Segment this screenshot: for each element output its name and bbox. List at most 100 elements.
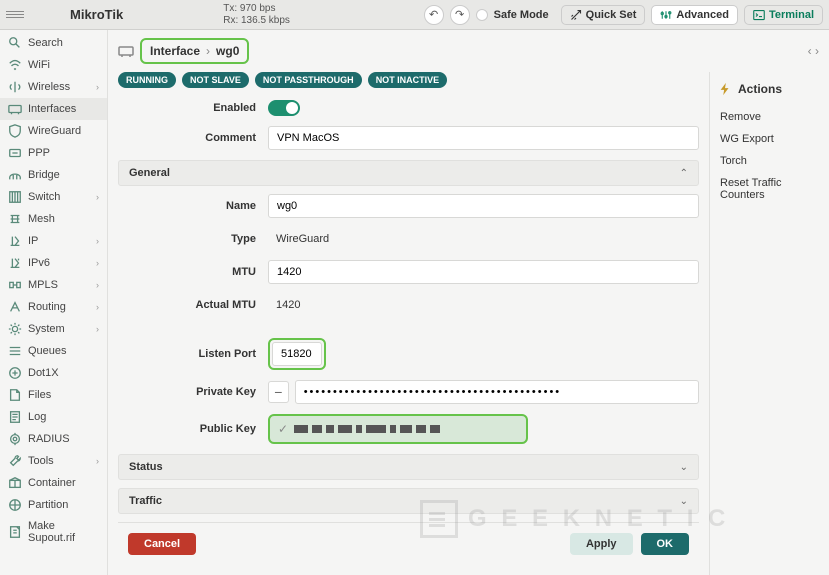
wand-icon [570, 9, 582, 21]
tools-icon [8, 454, 22, 468]
public-key-label: Public Key [118, 423, 268, 435]
advanced-button[interactable]: Advanced [651, 5, 738, 25]
action-torch[interactable]: Torch [718, 150, 821, 172]
sidebar-item-queues[interactable]: Queues [0, 340, 107, 362]
sidebar-item-files[interactable]: Files [0, 384, 107, 406]
sidebar-item-ip[interactable]: IP› [0, 230, 107, 252]
sidebar-item-partition[interactable]: Partition [0, 494, 107, 516]
terminal-button[interactable]: Terminal [744, 5, 823, 25]
action-reset-traffic-counters[interactable]: Reset Traffic Counters [718, 172, 821, 206]
chevron-right-icon: › [96, 82, 99, 92]
ipv6-icon [8, 256, 22, 270]
chevron-right-icon: › [96, 258, 99, 268]
sidebar-item-radius[interactable]: RADIUS [0, 428, 107, 450]
enabled-label: Enabled [118, 102, 268, 114]
sidebar-item-mpls[interactable]: MPLS› [0, 274, 107, 296]
bolt-icon [718, 82, 732, 96]
terminal-icon [753, 9, 765, 21]
status-badge: NOT INACTIVE [368, 72, 448, 88]
switch-icon [8, 190, 22, 204]
bridge-icon [8, 168, 22, 182]
type-value: WireGuard [268, 228, 699, 250]
breadcrumb: Interface › wg0 [140, 38, 249, 64]
sidebar-item-make-supout-rif[interactable]: Make Supout.rif [0, 516, 107, 548]
mtu-label: MTU [118, 266, 268, 278]
ppp-icon [8, 146, 22, 160]
interface-icon [118, 43, 134, 59]
sidebar-item-container[interactable]: Container [0, 472, 107, 494]
expand-icon[interactable]: ‹ › [808, 44, 819, 58]
sidebar-item-interfaces[interactable]: Interfaces [0, 98, 107, 120]
enabled-toggle[interactable] [268, 100, 300, 116]
status-badge: NOT SLAVE [182, 72, 249, 88]
comment-label: Comment [118, 132, 268, 144]
chevron-up-icon: ⌃ [680, 168, 688, 179]
sidebar-item-search[interactable]: Search [0, 32, 107, 54]
wifi-icon [8, 58, 22, 72]
actions-panel: Actions RemoveWG ExportTorchReset Traffi… [709, 72, 829, 575]
interfaces-icon [8, 102, 22, 116]
action-remove[interactable]: Remove [718, 106, 821, 128]
sidebar-item-routing[interactable]: Routing› [0, 296, 107, 318]
sliders-icon [660, 9, 672, 21]
bandwidth-stats: Tx: 970 bps Rx: 136.5 kbps [223, 3, 290, 27]
search-icon [8, 36, 22, 50]
sidebar-item-system[interactable]: System› [0, 318, 107, 340]
chevron-right-icon: › [96, 302, 99, 312]
sidebar-item-wireguard[interactable]: WireGuard [0, 120, 107, 142]
sidebar-item-log[interactable]: Log [0, 406, 107, 428]
mtu-input[interactable] [268, 260, 699, 284]
breadcrumb-parent[interactable]: Interface [150, 44, 200, 58]
container-icon [8, 476, 22, 490]
section-status[interactable]: Status ⌄ [118, 454, 699, 480]
name-input[interactable] [268, 194, 699, 218]
status-badge: NOT PASSTHROUGH [255, 72, 362, 88]
chevron-right-icon: › [96, 192, 99, 202]
sidebar-item-bridge[interactable]: Bridge [0, 164, 107, 186]
safemode-indicator[interactable] [476, 9, 488, 21]
chevron-right-icon: › [96, 236, 99, 246]
actual-mtu-value: 1420 [268, 294, 699, 316]
chevron-right-icon: › [206, 44, 210, 58]
system-icon [8, 322, 22, 336]
private-key-label: Private Key [118, 386, 268, 398]
sidebar-item-mesh[interactable]: Mesh [0, 208, 107, 230]
cancel-button[interactable]: Cancel [128, 533, 196, 555]
redo-button[interactable]: ↷ [450, 5, 470, 25]
safemode-label[interactable]: Safe Mode [494, 9, 549, 21]
sidebar-item-wifi[interactable]: WiFi [0, 54, 107, 76]
queues-icon [8, 344, 22, 358]
mpls-icon [8, 278, 22, 292]
quickset-button[interactable]: Quick Set [561, 5, 646, 25]
dot1x-icon [8, 366, 22, 380]
private-key-input[interactable] [295, 380, 699, 404]
sidebar-item-wireless[interactable]: Wireless› [0, 76, 107, 98]
chevron-down-icon: ⌄ [680, 496, 688, 507]
partition-icon [8, 498, 22, 512]
chevron-right-icon: › [96, 280, 99, 290]
sidebar-item-dot1x[interactable]: Dot1X [0, 362, 107, 384]
ok-button[interactable]: OK [641, 533, 690, 555]
log-icon [8, 410, 22, 424]
sidebar-item-tools[interactable]: Tools› [0, 450, 107, 472]
sidebar: SearchWiFiWireless›InterfacesWireGuardPP… [0, 30, 108, 575]
comment-input[interactable] [268, 126, 699, 150]
shield-icon [8, 124, 22, 138]
files-icon [8, 388, 22, 402]
type-label: Type [118, 233, 268, 245]
sidebar-item-switch[interactable]: Switch› [0, 186, 107, 208]
action-wg-export[interactable]: WG Export [718, 128, 821, 150]
sidebar-item-ipv6[interactable]: IPv6› [0, 252, 107, 274]
remove-private-key-button[interactable]: − [268, 381, 289, 403]
listen-port-input[interactable] [272, 342, 322, 366]
chevron-down-icon: ⌄ [680, 462, 688, 473]
chevron-right-icon: › [96, 456, 99, 466]
public-key-value: ✓ [268, 414, 528, 444]
apply-button[interactable]: Apply [570, 533, 633, 555]
section-general[interactable]: General ⌃ [118, 160, 699, 186]
undo-button[interactable]: ↶ [424, 5, 444, 25]
section-traffic[interactable]: Traffic ⌄ [118, 488, 699, 514]
status-badges: RUNNINGNOT SLAVENOT PASSTHROUGHNOT INACT… [118, 72, 699, 88]
sidebar-item-ppp[interactable]: PPP [0, 142, 107, 164]
menu-toggle[interactable] [6, 6, 24, 24]
